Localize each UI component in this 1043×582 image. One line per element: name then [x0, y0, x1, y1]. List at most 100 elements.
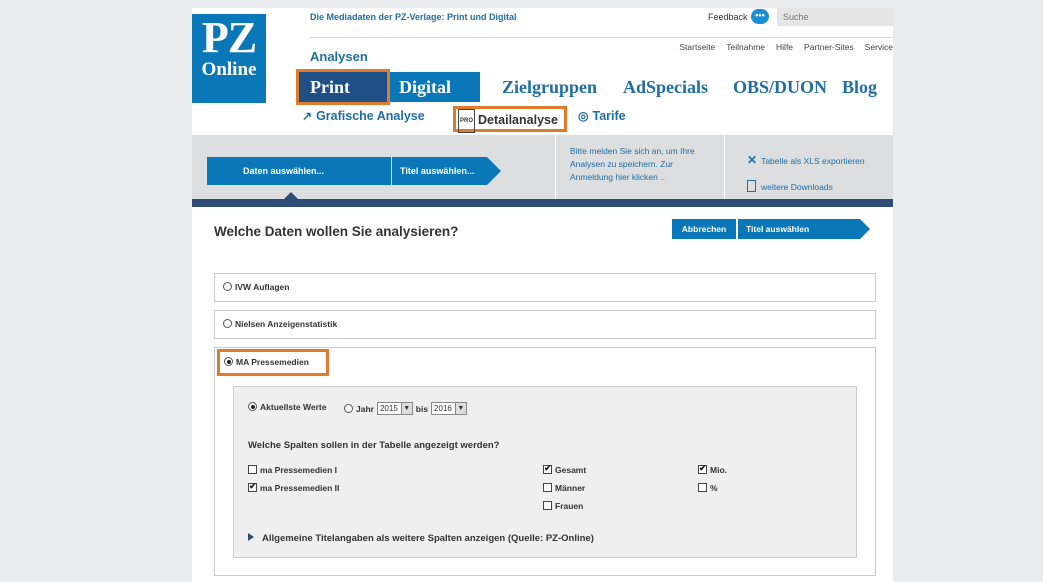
tab-print[interactable]: Print [296, 69, 390, 105]
year-to-select[interactable]: 2016 ▼ [431, 402, 467, 415]
feedback-speech-bubble-icon[interactable]: ••• [751, 9, 769, 24]
checkbox-label: % [710, 483, 718, 493]
header-divider [310, 37, 893, 38]
nav-teilnahme[interactable]: Teilnahme [726, 42, 765, 52]
subnav-tarife-label: Tarife [592, 109, 626, 123]
checkbox-box[interactable] [543, 463, 552, 474]
radio-aktuellste-werte[interactable]: Aktuellste Werte [248, 402, 326, 412]
tab-obs-duon[interactable]: OBS/DUON [733, 72, 827, 102]
downloads-label: weitere Downloads [761, 182, 833, 192]
subnav-grafische-label: Grafische Analyse [316, 109, 425, 123]
ma-settings: Aktuellste Werte Jahr 2015 ▼ bis 2016 ▼ We… [233, 386, 857, 558]
year-from-select[interactable]: 2015 ▼ [376, 402, 413, 415]
radio-ivw[interactable] [223, 282, 232, 291]
nav-partner-sites[interactable]: Partner-Sites [804, 42, 854, 52]
export-xls-link[interactable]: ✕ Tabelle als XLS exportieren [747, 153, 865, 167]
step-titel-auswaehlen[interactable]: Titel auswählen... [392, 157, 487, 185]
logo-text-online: Online [201, 59, 257, 80]
login-hint[interactable]: Bitte melden Sie sich an, um Ihre Analys… [555, 135, 725, 199]
document-icon [747, 180, 756, 192]
option-nielsen[interactable]: Nielsen Anzeigenstatistik [214, 310, 876, 339]
columns-question: Welche Spalten sollen in der Tabelle ang… [248, 440, 500, 451]
checkbox-box[interactable] [698, 483, 707, 492]
checkbox-percent[interactable]: % [698, 483, 718, 493]
option-ma[interactable]: MA Pressemedien [217, 349, 329, 376]
radio-ma[interactable] [224, 357, 233, 366]
checkbox-label: Mio. [710, 465, 727, 475]
allgemeine-label: Allgemeine Titelangaben als weitere Spal… [262, 533, 594, 544]
nav-hilfe[interactable]: Hilfe [776, 42, 793, 52]
option-ma-label: MA Pressemedien [236, 357, 309, 367]
checkbox-box[interactable] [543, 483, 552, 492]
subnav-detail-label: Detailanalyse [478, 113, 558, 127]
aktuellste-label: Aktuellste Werte [260, 402, 327, 412]
checkbox-mio[interactable]: Mio. [698, 463, 727, 475]
subnav-grafische-analyse[interactable]: ↗ Grafische Analyse [302, 109, 425, 129]
checkbox-box[interactable] [248, 465, 257, 474]
checkbox-ma-pressemedien-2[interactable]: ma Pressemedien II [248, 481, 340, 493]
page-title: Welche Daten wollen Sie analysieren? [214, 224, 459, 239]
option-ma-panel: MA Pressemedien Aktuellste Werte Jahr 20… [214, 347, 876, 576]
radio-nielsen[interactable] [223, 319, 232, 328]
downloads-link[interactable]: weitere Downloads [747, 180, 833, 192]
search-input[interactable] [777, 8, 893, 26]
login-hint-line: Bitte melden Sie sich an, um Ihre [570, 146, 695, 156]
option-nielsen-label: Nielsen Anzeigenstatistik [235, 319, 338, 329]
login-hint-line: Anmeldung hier klicken .. [570, 172, 665, 182]
cancel-button[interactable]: Abbrechen [672, 219, 736, 239]
checkbox-maenner[interactable]: Männer [543, 483, 585, 493]
year-to-value: 2016 [434, 404, 452, 413]
nav-service[interactable]: Service [865, 42, 893, 52]
checkbox-box[interactable] [248, 481, 257, 492]
tab-adspecials[interactable]: AdSpecials [623, 72, 708, 102]
chevron-down-icon: ▼ [454, 403, 466, 414]
page: PZ Online Die Mediadaten der PZ-Verlage:… [192, 8, 893, 582]
pro-badge-icon: PRO [458, 109, 476, 133]
top-navigation: Startseite Teilnahme Hilfe Partner-Sites… [679, 42, 893, 52]
checkbox-label: Gesamt [555, 465, 587, 475]
checkbox-box[interactable] [543, 501, 552, 510]
close-x-icon: ✕ [747, 153, 758, 167]
section-title: Analysen [310, 49, 368, 64]
step-bar-divider [192, 199, 893, 207]
checkbox-box[interactable] [698, 463, 707, 474]
step-arrow-icon [487, 157, 501, 185]
chevron-down-icon: ▼ [400, 403, 412, 414]
nav-startseite[interactable]: Startseite [679, 42, 715, 52]
tab-zielgruppen[interactable]: Zielgruppen [502, 72, 597, 102]
checkbox-label: Männer [555, 483, 586, 493]
checkbox-label: ma Pressemedien I [260, 465, 338, 475]
checkbox-label: Frauen [555, 501, 584, 511]
subnav-tarife[interactable]: ◎ Tarife [578, 109, 626, 129]
radio-jahr[interactable] [344, 404, 353, 413]
year-from-value: 2015 [379, 404, 398, 413]
login-hint-line: Analysen zu speichern. Zur [570, 159, 673, 169]
option-ivw-label: IVW Auflagen [235, 282, 290, 292]
tab-blog[interactable]: Blog [842, 72, 877, 102]
coins-icon: ◎ [578, 109, 589, 123]
radio-aktuellste[interactable] [248, 402, 257, 411]
tagline: Die Mediadaten der PZ-Verlage: Print und… [310, 12, 517, 22]
export-xls-label: Tabelle als XLS exportieren [761, 156, 865, 166]
step-bar: Daten auswählen... Titel auswählen... Bi… [192, 135, 893, 207]
next-titel-button[interactable]: Titel auswählen [738, 219, 860, 239]
checkbox-gesamt[interactable]: Gesamt [543, 463, 587, 475]
logo-text-pz: PZ [201, 13, 257, 62]
line-chart-icon: ↗ [302, 109, 313, 123]
checkbox-frauen[interactable]: Frauen [543, 501, 583, 511]
year-range: Jahr 2015 ▼ bis 2016 ▼ [344, 402, 470, 415]
pz-online-logo[interactable]: PZ Online [192, 14, 266, 103]
subnav-detailanalyse[interactable]: PRO Detailanalyse [453, 106, 567, 133]
checkbox-ma-pressemedien-1[interactable]: ma Pressemedien I [248, 465, 337, 475]
option-ivw[interactable]: IVW Auflagen [214, 273, 876, 302]
expand-triangle-icon [248, 533, 254, 541]
feedback-link[interactable]: Feedback [708, 12, 748, 22]
next-arrow-icon [860, 219, 870, 239]
bis-label: bis [415, 403, 429, 414]
tab-digital[interactable]: Digital [390, 72, 480, 102]
expand-allgemeine-titelangaben[interactable]: Allgemeine Titelangaben als weitere Spal… [248, 533, 594, 544]
jahr-label: Jahr [356, 403, 374, 414]
checkbox-label: ma Pressemedien II [260, 483, 340, 493]
step-daten-auswaehlen[interactable]: Daten auswählen... [207, 157, 391, 185]
content-area: Welche Daten wollen Sie analysieren? Abb… [197, 207, 893, 582]
